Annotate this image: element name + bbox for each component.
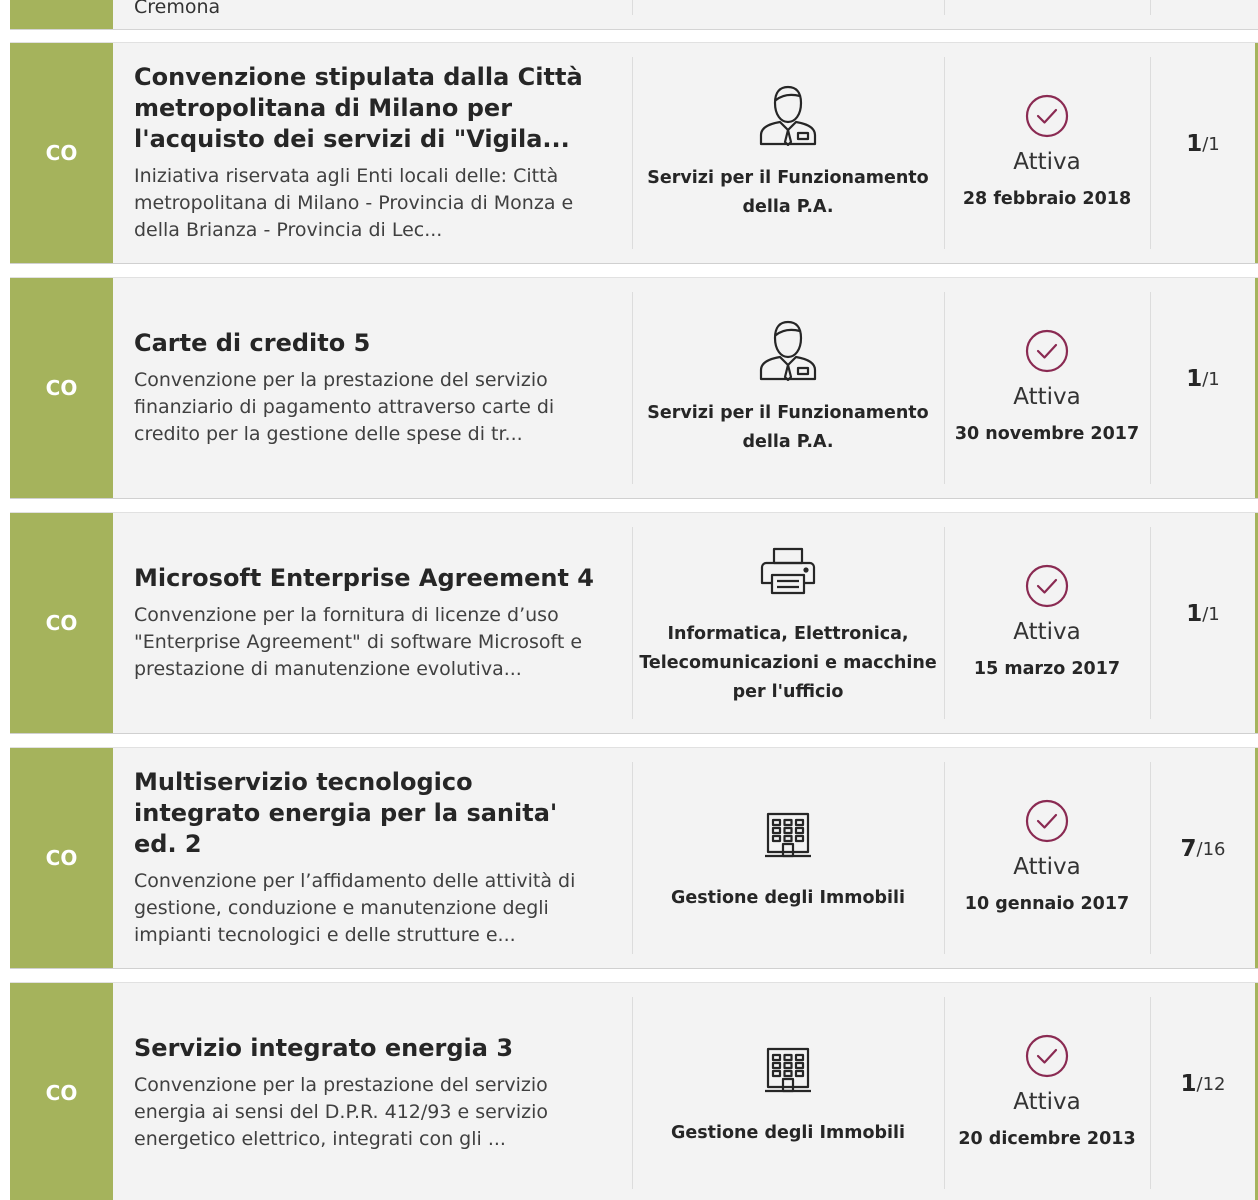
column-divider xyxy=(1150,0,1151,15)
list-item[interactable]: CO Microsoft Enterprise Agreement 4 Conv… xyxy=(10,512,1258,734)
lot-count: 1 /12 xyxy=(1150,983,1256,1200)
status-label: Attiva xyxy=(1013,149,1081,175)
check-circle-icon xyxy=(1025,329,1069,373)
type-badge: CO xyxy=(10,983,113,1200)
item-description: Convenzione per l’affidamento delle atti… xyxy=(134,870,576,946)
lot-count: 1 /1 xyxy=(1150,43,1256,263)
status-label: Attiva xyxy=(1013,384,1081,410)
category-label: Servizi per il Funzionamento della P.A. xyxy=(647,403,929,452)
category-label: Gestione degli Immobili xyxy=(671,1122,905,1143)
list-item[interactable]: CO Servizio integrato energia 3 Convenzi… xyxy=(10,982,1258,1200)
category-label: Servizi per il Funzionamento della P.A. xyxy=(647,168,929,217)
partial-list-item[interactable]: Cremona xyxy=(10,0,1258,30)
type-badge: CO xyxy=(10,278,113,498)
check-circle-icon xyxy=(1025,1034,1069,1078)
check-circle-icon xyxy=(1025,799,1069,843)
count-current: 1 xyxy=(1186,366,1203,392)
building-icon xyxy=(758,804,818,866)
count-total: /1 xyxy=(1202,133,1220,155)
status-label: Attiva xyxy=(1013,1089,1081,1115)
check-circle-icon xyxy=(1025,564,1069,608)
item-title[interactable]: Multiservizio tecnologico integrato ener… xyxy=(134,767,604,860)
type-badge: CO xyxy=(10,513,113,733)
count-total: /16 xyxy=(1196,838,1226,860)
type-badge: CO xyxy=(10,43,113,263)
list-item[interactable]: CO Multiservizio tecnologico integrato e… xyxy=(10,747,1258,969)
status-label: Attiva xyxy=(1013,619,1081,645)
count-current: 7 xyxy=(1180,836,1197,862)
check-circle-icon xyxy=(1025,94,1069,138)
category-label: Gestione degli Immobili xyxy=(671,887,905,908)
status-date: 10 gennaio 2017 xyxy=(964,894,1130,914)
status-date: 15 marzo 2017 xyxy=(973,659,1121,679)
column-divider xyxy=(944,0,945,15)
item-description: Convenzione per la prestazione del servi… xyxy=(134,1074,549,1150)
count-current: 1 xyxy=(1180,1071,1197,1097)
partial-item-text: Cremona xyxy=(134,0,221,18)
count-current: 1 xyxy=(1186,131,1203,157)
status-label: Attiva xyxy=(1013,854,1081,880)
status-date: 20 dicembre 2013 xyxy=(958,1129,1136,1149)
building-icon xyxy=(758,1039,818,1101)
printer-icon xyxy=(758,540,818,602)
list-item[interactable]: CO Carte di credito 5 Convenzione per la… xyxy=(10,277,1258,499)
status-date: 28 febbraio 2018 xyxy=(962,189,1132,209)
lot-count: 1 /1 xyxy=(1150,513,1256,733)
item-title[interactable]: Convenzione stipulata dalla Città metrop… xyxy=(134,62,604,155)
item-description: Convenzione per la fornitura di licenze … xyxy=(134,604,583,680)
column-divider xyxy=(632,0,633,15)
count-current: 1 xyxy=(1186,601,1203,627)
list-item[interactable]: CO Convenzione stipulata dalla Città met… xyxy=(10,42,1258,264)
count-total: /12 xyxy=(1196,1073,1226,1095)
status-date: 30 novembre 2017 xyxy=(954,424,1140,444)
count-total: /1 xyxy=(1202,368,1220,390)
item-title[interactable]: Servizio integrato energia 3 xyxy=(134,1033,604,1064)
type-badge xyxy=(10,0,113,29)
item-description: Iniziativa riservata agli Enti locali de… xyxy=(134,165,574,241)
item-title[interactable]: Microsoft Enterprise Agreement 4 xyxy=(134,563,604,594)
lot-count: 1 /1 xyxy=(1150,278,1256,498)
person-icon xyxy=(758,84,818,146)
item-title[interactable]: Carte di credito 5 xyxy=(134,328,604,359)
lot-count: 7 /16 xyxy=(1150,748,1256,968)
count-total: /1 xyxy=(1202,603,1220,625)
category-label: Informatica, Elettronica, Telecomunicazi… xyxy=(639,623,937,702)
type-badge: CO xyxy=(10,748,113,968)
item-description: Convenzione per la prestazione del servi… xyxy=(134,369,555,445)
person-icon xyxy=(758,319,818,381)
